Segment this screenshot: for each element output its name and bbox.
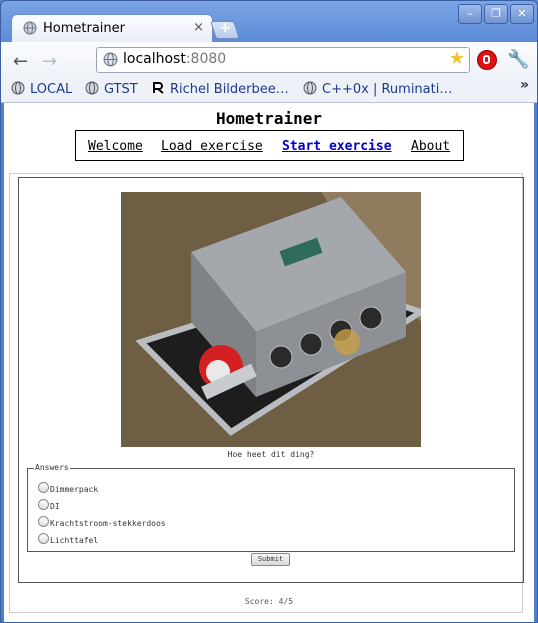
richel-logo-icon [152,82,164,94]
bookmarks-overflow-icon[interactable]: » [520,77,529,93]
globe-icon [85,81,99,95]
nav-load-exercise[interactable]: Load exercise [161,139,263,154]
nav-start-exercise[interactable]: Start exercise [282,139,392,154]
page-title: Hometrainer [216,109,322,128]
answer-option[interactable]: Lichttafel [38,533,98,545]
bookmark-label: GTST [104,82,138,97]
maximize-button[interactable]: ❐ [484,4,508,24]
answers-legend: Answers [34,463,70,472]
bookmark-gtst[interactable]: GTST [85,81,138,97]
globe-icon [11,81,25,95]
bookmark-label: LOCAL [30,82,73,97]
radio-button[interactable] [38,482,49,493]
adblock-icon[interactable] [477,50,497,70]
radio-button[interactable] [38,516,49,527]
answer-label: Dimmerpack [50,485,99,494]
bookmark-local[interactable]: LOCAL [11,81,72,97]
browser-window: – ❐ ✕ Hometrainer × + ← → localhost:8080… [0,0,538,623]
tab-close-icon[interactable]: × [193,20,204,35]
bookmark-cpp0x[interactable]: C++0x | Ruminati… [303,81,452,97]
nav-about[interactable]: About [411,139,450,154]
close-window-button[interactable]: ✕ [510,4,534,24]
exercise-fieldset: Hoe heet dit ding? Answers Dimmerpack DI… [18,177,524,583]
tab-hometrainer[interactable]: Hometrainer × [11,14,213,43]
tab-title: Hometrainer [43,21,125,36]
exercise-frame: Hoe heet dit ding? Answers Dimmerpack DI… [9,173,524,613]
wrench-icon[interactable]: 🔧 [507,49,529,70]
page-content: Hometrainer Welcome Load exercise Start … [4,103,534,622]
submit-button[interactable]: Submit [251,553,290,566]
score-text: Score: 4/5 [244,597,294,606]
back-arrow-icon[interactable]: ← [13,51,28,72]
radio-button[interactable] [38,533,49,544]
answer-label: Lichttafel [50,536,99,545]
bookmark-label: Richel Bilderbee… [170,82,289,97]
globe-icon [303,81,317,95]
new-tab-button[interactable]: + [210,20,240,39]
answer-option[interactable]: Krachtstroom-stekkerdoos [38,516,166,528]
bookmark-label: C++0x | Ruminati… [322,82,453,97]
answer-option[interactable]: DI [38,499,60,511]
url-host: localhost [123,51,186,67]
dimmerpack-image [121,192,421,447]
question-photo [121,192,421,447]
globe-icon [23,21,37,35]
url-port: :8080 [185,51,227,67]
answers-fieldset: Answers Dimmerpack DI Krachtstroom-stekk… [27,463,515,552]
address-bar[interactable]: localhost:8080 ★ [96,47,470,73]
plus-icon: + [219,20,232,36]
question-text: Hoe heet dit ding? [227,450,315,459]
answer-option[interactable]: Dimmerpack [38,482,98,494]
bookmark-star-icon[interactable]: ★ [449,48,465,69]
minimize-button[interactable]: – [458,4,482,24]
bookmarks-bar: LOCAL GTST Richel Bilderbee… C++0x | Rum… [1,77,537,103]
page-icon [103,52,118,67]
bookmark-richel[interactable]: Richel Bilderbee… [151,81,289,97]
nav-welcome[interactable]: Welcome [88,139,143,154]
radio-button[interactable] [38,499,49,510]
answer-label: DI [50,502,60,511]
main-nav: Welcome Load exercise Start exercise Abo… [75,130,464,161]
answer-label: Krachtstroom-stekkerdoos [50,519,166,528]
forward-arrow-icon[interactable]: → [42,51,57,72]
browser-toolbar: ← → localhost:8080 ★ 🔧 [1,42,537,77]
url-text: localhost:8080 [123,51,226,67]
